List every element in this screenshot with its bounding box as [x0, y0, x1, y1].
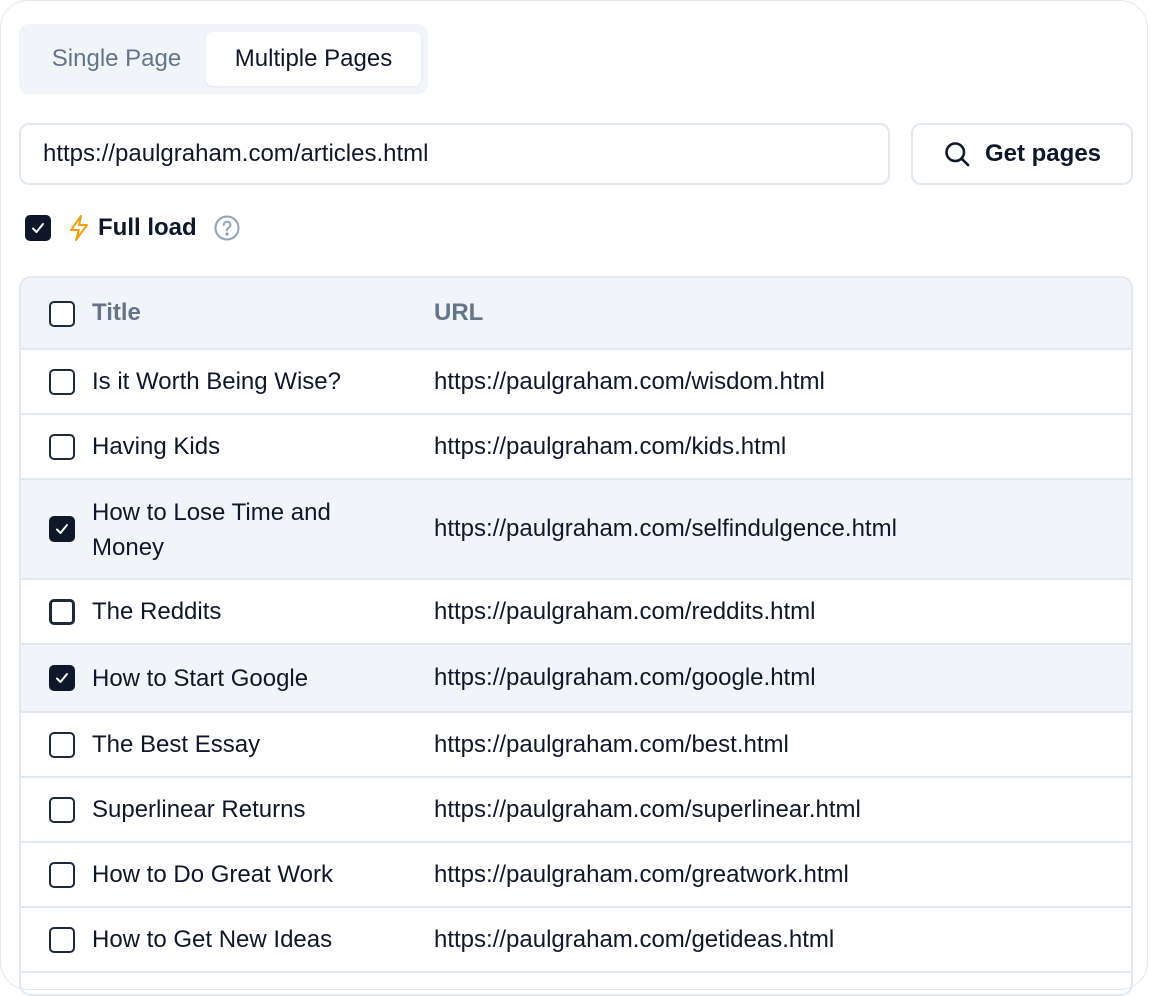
row-checkbox[interactable] — [49, 516, 75, 542]
row-checkbox[interactable] — [49, 926, 75, 953]
table-row[interactable]: How to Start Google https://paulgraham.co… — [21, 645, 1131, 713]
row-url: https://paulgraham.com/best.html — [434, 730, 789, 758]
table-row[interactable]: Having Kids https://paulgraham.com/kids.h… — [21, 415, 1131, 480]
row-url: https://paulgraham.com/superlinear.html — [434, 795, 861, 823]
table-header: Title URL — [21, 278, 1131, 350]
row-title: Is it Worth Being Wise? — [92, 368, 341, 395]
row-checkbox[interactable] — [49, 598, 75, 625]
row-title: How to Start Google — [92, 664, 309, 692]
search-icon — [945, 142, 970, 167]
get-pages-label: Get pages — [984, 140, 1102, 167]
row-title: Having Kids — [92, 433, 221, 460]
table-row[interactable]: The Reddits https://paulgraham.com/reddit… — [21, 580, 1131, 645]
get-pages-button[interactable]: Get pages — [911, 123, 1133, 185]
table-row[interactable]: The Best Essay https://paulgraham.com/bes… — [21, 713, 1131, 778]
row-url: https://paulgraham.com/kids.html — [434, 432, 787, 460]
row-title: How to Lose Time and Money — [92, 499, 331, 561]
full-load-label: Full load — [98, 214, 197, 241]
tab-multiple-pages[interactable]: Multiple Pages — [206, 32, 421, 86]
tab-single-page[interactable]: Single Page — [29, 32, 204, 86]
url-input[interactable] — [19, 123, 890, 185]
full-load-option: Full load — [25, 211, 241, 245]
select-all-checkbox[interactable] — [49, 301, 75, 327]
row-checkbox[interactable] — [49, 731, 75, 758]
row-checkbox[interactable] — [49, 665, 75, 691]
table-row[interactable]: How to Lose Time and Money https://paulgr… — [21, 480, 1131, 580]
table-row[interactable]: How to Get New Ideas https://paulgraham.c… — [21, 908, 1131, 973]
header-url: URL — [434, 299, 484, 326]
row-checkbox[interactable] — [49, 433, 75, 460]
checkmark-icon — [56, 673, 68, 683]
row-url: https://paulgraham.com/getideas.html — [434, 925, 835, 953]
question-circle-icon[interactable] — [213, 214, 241, 242]
row-url: https://paulgraham.com/wisdom.html — [434, 367, 825, 395]
row-title: The Best Essay — [92, 731, 261, 758]
pages-table: Title URL Is it Worth Being Wise? https:/… — [19, 276, 1133, 996]
pages-card: Single Page Multiple Pages Get pages Ful… — [0, 0, 1148, 996]
row-title: How to Get New Ideas — [92, 926, 333, 953]
lightning-bolt-icon — [70, 215, 88, 241]
row-url: https://paulgraham.com/selfindulgence.ht… — [434, 515, 897, 542]
checkmark-icon — [32, 223, 44, 233]
table-row[interactable]: Is it Worth Being Wise? https://paulgraha… — [21, 350, 1131, 415]
row-url: https://paulgraham.com/greatwork.html — [434, 860, 849, 888]
row-title: Superlinear Returns — [92, 796, 306, 823]
row-checkbox[interactable] — [49, 796, 75, 823]
row-checkbox[interactable] — [49, 861, 75, 888]
table-row[interactable]: Superlinear Returns https://paulgraham.co… — [21, 778, 1131, 843]
row-title: The Reddits — [92, 598, 222, 625]
row-title: How to Do Great Work — [92, 861, 333, 888]
row-checkbox[interactable] — [49, 368, 75, 395]
table-row[interactable]: How to Do Great Work https://paulgraham.c… — [21, 843, 1131, 908]
row-url: https://paulgraham.com/google.html — [434, 664, 816, 691]
checkmark-icon — [56, 524, 68, 534]
mode-tabs: Single Page Multiple Pages — [19, 24, 428, 94]
header-title: Title — [92, 299, 141, 326]
row-url: https://paulgraham.com/reddits.html — [434, 597, 816, 625]
full-load-checkbox[interactable] — [25, 215, 51, 241]
